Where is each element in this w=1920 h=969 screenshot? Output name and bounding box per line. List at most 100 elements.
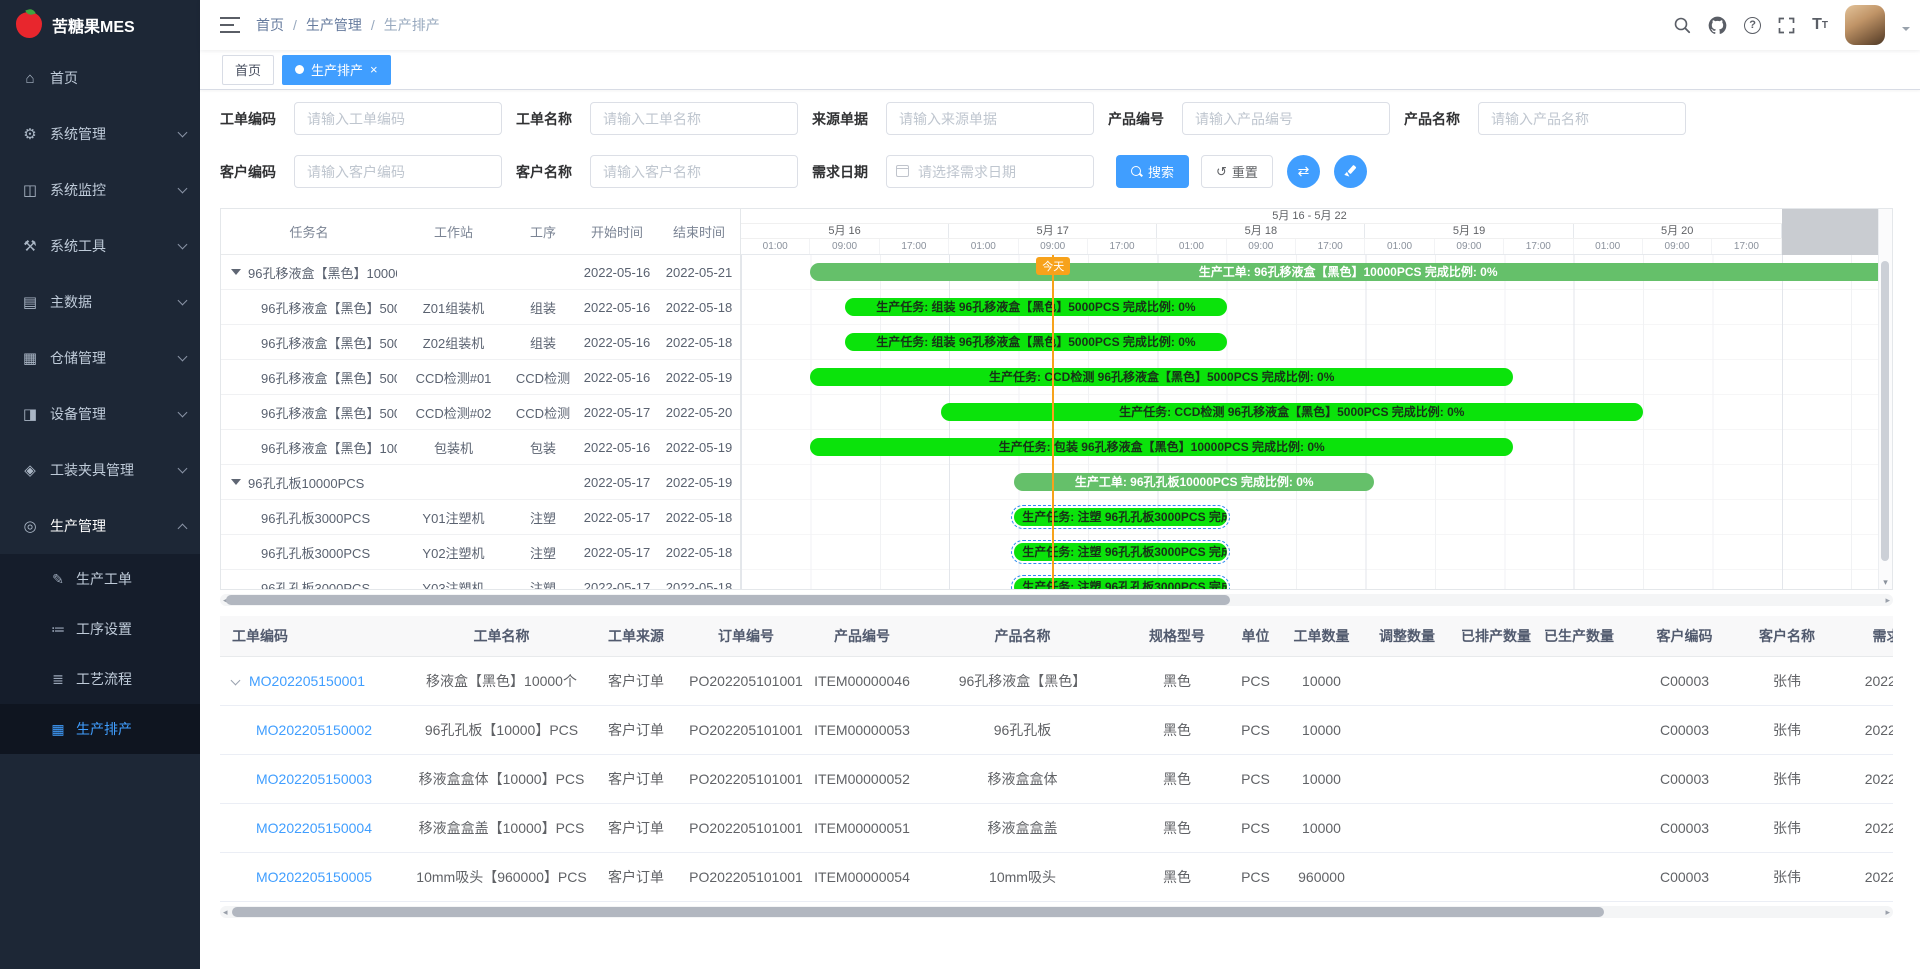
search-icon[interactable] <box>1673 16 1691 34</box>
app-logo[interactable]: 苦糖果MES <box>0 0 200 50</box>
table-cell: 10mm吸头 <box>917 852 1128 901</box>
gantt-bar[interactable]: 生产任务: 注塑 96孔孔板3000PCS 完成比例: 0% <box>1014 578 1227 589</box>
sidebar-item[interactable]: ⚒系统工具 <box>0 218 200 274</box>
gantt-task-row[interactable]: 96孔孔板3000PCSY03注塑机注塑2022-05-172022-05-18 <box>221 570 740 589</box>
scrollbar-thumb[interactable] <box>232 907 1604 917</box>
scroll-right-arrow-icon[interactable]: ▸ <box>1885 594 1890 606</box>
chevron-down-icon <box>178 240 188 250</box>
gantt-task-row[interactable]: 96孔移液盒【黑色】5000PCSZ02组装机组装2022-05-162022-… <box>221 325 740 360</box>
demand-date-input[interactable] <box>886 155 1094 188</box>
gantt-task-row[interactable]: 96孔孔板10000PCS2022-05-172022-05-19 <box>221 465 740 500</box>
expand-caret-icon[interactable] <box>231 479 241 485</box>
sidebar-item[interactable]: ✎生产工单 <box>0 554 200 604</box>
table-cell <box>1536 852 1622 901</box>
sidebar-item[interactable]: ◨设备管理 <box>0 386 200 442</box>
help-icon[interactable]: ? <box>1744 17 1761 34</box>
sidebar-item[interactable]: ◈工装夹具管理 <box>0 442 200 498</box>
gantt-bar[interactable]: 生产任务: CCD检测 96孔移液盒【黑色】5000PCS 完成比例: 0% <box>941 403 1644 421</box>
order-link[interactable]: MO202205150004 <box>256 820 372 836</box>
font-size-icon[interactable]: TT <box>1812 16 1828 34</box>
column-header: 工单名称 <box>416 616 587 656</box>
gantt-task-row[interactable]: 96孔孔板3000PCSY02注塑机注塑2022-05-172022-05-18 <box>221 535 740 570</box>
active-tab-dot <box>295 65 304 74</box>
sidebar-toggle-icon[interactable] <box>200 16 256 34</box>
breadcrumb-item-production[interactable]: 生产管理 <box>306 15 362 35</box>
filter-input[interactable] <box>294 102 502 135</box>
github-icon[interactable] <box>1708 16 1727 35</box>
sidebar-item[interactable]: ⚙系统管理 <box>0 106 200 162</box>
order-link[interactable]: MO202205150001 <box>249 673 365 689</box>
gantt-task-row[interactable]: 96孔孔板3000PCSY01注塑机注塑2022-05-172022-05-18 <box>221 500 740 535</box>
tab-home[interactable]: 首页 <box>222 55 274 85</box>
column-header: 产品编号 <box>807 616 917 656</box>
filter-input[interactable] <box>1478 102 1686 135</box>
sidebar-item-label: 首页 <box>50 68 186 88</box>
fullscreen-icon[interactable] <box>1778 17 1795 34</box>
edit-circle-button[interactable] <box>1334 155 1367 188</box>
sidebar-item[interactable]: ≔工序设置 <box>0 604 200 654</box>
gantt-horizontal-scrollbar[interactable]: ◂ ▸ <box>220 594 1893 606</box>
table-cell: 移液盒盒体【10000】PCS <box>416 754 587 803</box>
user-avatar[interactable] <box>1845 5 1885 45</box>
filter-input[interactable] <box>1182 102 1390 135</box>
search-icon <box>1131 166 1143 178</box>
order-link[interactable]: MO202205150002 <box>256 722 372 738</box>
filter-input[interactable] <box>294 155 502 188</box>
sidebar-item[interactable]: ◎生产管理 <box>0 498 200 554</box>
gantt-bar[interactable]: 生产工单: 96孔移液盒【黑色】10000PCS 完成比例: 0% <box>810 263 1878 281</box>
gantt-hour-label: 17:00 <box>1504 239 1573 254</box>
gantt-day-label: 5月 19 <box>1365 224 1573 238</box>
scroll-down-arrow-icon[interactable]: ▾ <box>1879 575 1892 589</box>
scroll-right-arrow-icon[interactable]: ▸ <box>1885 906 1890 918</box>
gantt-bar[interactable]: 生产工单: 96孔孔板10000PCS 完成比例: 0% <box>1014 473 1374 491</box>
scrollbar-thumb[interactable] <box>226 595 1230 605</box>
scroll-left-arrow-icon[interactable]: ◂ <box>223 906 228 918</box>
gantt-task-row[interactable]: 96孔移液盒【黑色】5000PCSCCD检测#01CCD检测2022-05-16… <box>221 360 740 395</box>
refresh-circle-button[interactable]: ⇄ <box>1287 155 1320 188</box>
column-header: 产品名称 <box>917 616 1128 656</box>
expand-caret-icon[interactable] <box>231 269 241 275</box>
sidebar-item[interactable]: ≣工艺流程 <box>0 654 200 704</box>
sidebar-item[interactable]: ⌂首页 <box>0 50 200 106</box>
gantt-bar[interactable]: 生产任务: CCD检测 96孔移液盒【黑色】5000PCS 完成比例: 0% <box>810 368 1513 386</box>
gantt-bar[interactable]: 生产任务: 包装 96孔移液盒【黑色】10000PCS 完成比例: 0% <box>810 438 1513 456</box>
sidebar-item[interactable]: ▦生产排产 <box>0 704 200 754</box>
task-cell: 2022-05-20 <box>658 405 740 420</box>
sidebar-item[interactable]: ▤主数据 <box>0 274 200 330</box>
filter-input[interactable] <box>590 102 798 135</box>
filter-input[interactable] <box>590 155 798 188</box>
order-link[interactable]: MO202205150003 <box>256 771 372 787</box>
table-row[interactable]: MO20220515000296孔孔板【10000】PCS客户订单PO20220… <box>220 705 1893 754</box>
gantt-task-row[interactable]: 96孔移液盒【黑色】10000PCS2022-05-162022-05-21 <box>221 255 740 290</box>
table-row[interactable]: MO202205150003移液盒盒体【10000】PCS客户订单PO20220… <box>220 754 1893 803</box>
orders-horizontal-scrollbar[interactable]: ◂ ▸ <box>220 906 1893 918</box>
gantt-task-row[interactable]: 96孔移液盒【黑色】5000PCSCCD检测#02CCD检测2022-05-17… <box>221 395 740 430</box>
sidebar-item[interactable]: ▦仓储管理 <box>0 330 200 386</box>
warehouse-icon: ▦ <box>20 349 40 367</box>
tab-production-schedule[interactable]: 生产排产 × <box>282 55 391 85</box>
gantt-bar[interactable]: 生产任务: 注塑 96孔孔板3000PCS 完成比例: 0% <box>1014 508 1227 526</box>
expand-chevron-icon[interactable] <box>231 675 241 685</box>
gantt-task-row[interactable]: 96孔移液盒【黑色】10000PCS包装机包装2022-05-162022-05… <box>221 430 740 465</box>
table-row[interactable]: MO202205150004移液盒盒盖【10000】PCS客户订单PO20220… <box>220 803 1893 852</box>
gantt-task-row[interactable]: 96孔移液盒【黑色】5000PCSZ01组装机组装2022-05-162022-… <box>221 290 740 325</box>
gantt-vertical-scrollbar[interactable]: ▾ <box>1878 209 1892 589</box>
sidebar-item-label: 工序设置 <box>76 619 132 639</box>
sidebar-item[interactable]: ◫系统监控 <box>0 162 200 218</box>
order-link[interactable]: MO202205150005 <box>256 869 372 885</box>
user-dropdown-caret-icon[interactable] <box>1902 27 1910 35</box>
search-button[interactable]: 搜索 <box>1116 155 1189 188</box>
close-icon[interactable]: × <box>370 63 378 76</box>
gantt-bar[interactable]: 生产任务: 注塑 96孔孔板3000PCS 完成比例: 0% <box>1014 543 1227 561</box>
table-cell <box>1456 803 1536 852</box>
gantt-bar[interactable]: 生产任务: 组装 96孔移液盒【黑色】5000PCS 完成比例: 0% <box>845 333 1227 351</box>
sidebar-item-label: 工艺流程 <box>76 669 132 689</box>
filter-input[interactable] <box>886 102 1094 135</box>
reset-button[interactable]: ↺ 重置 <box>1201 155 1273 188</box>
scrollbar-thumb[interactable] <box>1881 261 1889 561</box>
table-row[interactable]: MO20220515000510mm吸头【960000】PCS客户订单PO202… <box>220 852 1893 901</box>
breadcrumb-item-home[interactable]: 首页 <box>256 15 284 35</box>
table-row[interactable]: MO202205150001移液盒【黑色】10000个客户订单PO2022051… <box>220 656 1893 705</box>
top-navbar: 首页 / 生产管理 / 生产排产 ? TT <box>200 0 1920 50</box>
gantt-bar[interactable]: 生产任务: 组装 96孔移液盒【黑色】5000PCS 完成比例: 0% <box>845 298 1227 316</box>
